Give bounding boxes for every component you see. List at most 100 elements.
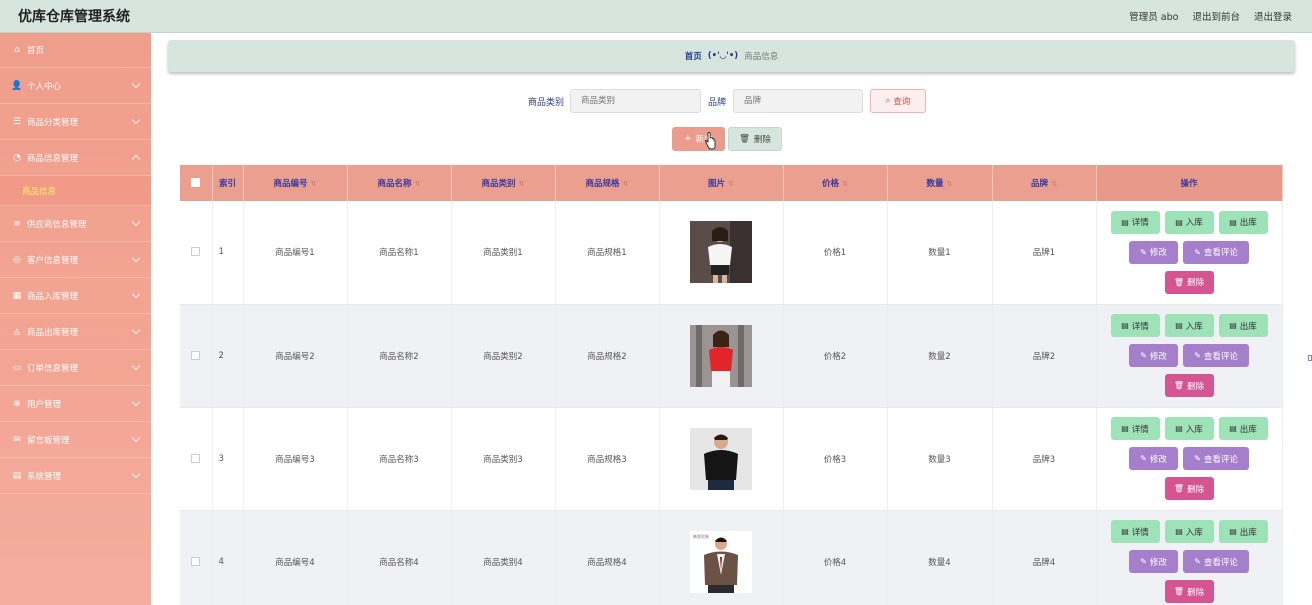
sidebar-item[interactable]: ⊗ 用户管理 bbox=[0, 386, 151, 422]
column-header[interactable]: 品牌 ⇅ bbox=[992, 165, 1097, 201]
row-delete-button[interactable]: 🗑 删除 bbox=[1164, 477, 1214, 500]
trash-icon: 🗑 bbox=[1173, 277, 1185, 287]
row-checkbox[interactable] bbox=[191, 453, 201, 463]
edit-button[interactable]: ✎ 修改 bbox=[1129, 550, 1178, 573]
column-header[interactable]: 价格 ⇅ bbox=[783, 165, 888, 201]
table-row[interactable]: 3 商品编号3 商品名称3 商品类别3 商品规格3 价格3 数量3 品牌3 ▤ 详情 ▤ 入库 ▤ 出库 ✎… bbox=[180, 407, 1283, 511]
stock-out-button[interactable]: ▤ 出库 bbox=[1218, 417, 1268, 440]
sidebar-item[interactable]: 👤 个人中心 bbox=[0, 68, 151, 104]
sidebar-item[interactable]: ◎ 客户信息管理 bbox=[0, 242, 151, 278]
detail-button[interactable]: ▤ 详情 bbox=[1110, 417, 1160, 440]
row-checkbox[interactable] bbox=[191, 247, 201, 257]
column-header[interactable]: 商品名称 ⇅ bbox=[347, 165, 452, 201]
front-link[interactable]: 退出到前台 bbox=[1192, 9, 1240, 23]
stock-in-button[interactable]: ▤ 入库 bbox=[1164, 417, 1214, 440]
edit-button[interactable]: ✎ 修改 bbox=[1129, 447, 1178, 470]
column-header[interactable]: 商品规格 ⇅ bbox=[555, 165, 660, 201]
table-header-row: 索引 商品编号 ⇅ 商品名称 ⇅ 商品类别 ⇅ 商品规格 ⇅ 图片 ⇅ 价格 ⇅ 数量 ⇅ 品牌 ⇅ 操作 bbox=[180, 165, 1283, 201]
reviews-button[interactable]: ✎ 查看评论 bbox=[1183, 240, 1249, 264]
stock-out-button[interactable]: ▤ 出库 bbox=[1218, 210, 1268, 234]
scroll-marker[interactable] bbox=[1308, 355, 1312, 361]
reviews-button[interactable]: ✎ 查看评论 bbox=[1183, 344, 1249, 367]
product-image[interactable]: 韩版男装 bbox=[660, 530, 783, 593]
sort-icon[interactable]: ⇅ bbox=[947, 180, 953, 188]
stock-out-button[interactable]: ▤ 出库 bbox=[1218, 314, 1268, 337]
row-select-cell[interactable] bbox=[180, 201, 213, 305]
sort-icon[interactable]: ⇅ bbox=[623, 180, 629, 188]
sidebar-item-label: 客户信息管理 bbox=[27, 255, 79, 266]
row-select-cell[interactable] bbox=[180, 407, 213, 511]
admin-label[interactable]: 管理员 abo bbox=[1129, 9, 1178, 23]
mail-icon: ✉ bbox=[13, 434, 21, 445]
search-button[interactable]: ⌕ 查询 bbox=[870, 89, 926, 113]
logout-link[interactable]: 退出登录 bbox=[1254, 9, 1292, 23]
sidebar-item[interactable]: ⌂ 首页 bbox=[0, 33, 151, 68]
column-header[interactable]: 数量 ⇅ bbox=[887, 165, 993, 201]
product-image[interactable] bbox=[660, 324, 783, 387]
edit-button[interactable]: ✎ 修改 bbox=[1129, 240, 1178, 264]
stock-in-label: 入库 bbox=[1185, 321, 1203, 332]
reviews-button[interactable]: ✎ 查看评论 bbox=[1183, 550, 1249, 573]
detail-button[interactable]: ▤ 详情 bbox=[1110, 314, 1160, 337]
column-header[interactable]: 图片 ⇅ bbox=[659, 165, 784, 201]
row-select-cell[interactable] bbox=[180, 304, 213, 408]
row-checkbox[interactable] bbox=[191, 556, 201, 566]
column-header[interactable]: 操作 bbox=[1096, 165, 1283, 201]
edit-button[interactable]: ✎ 修改 bbox=[1129, 344, 1178, 367]
product-image[interactable] bbox=[660, 427, 783, 490]
sidebar-item[interactable]: ◔ 商品信息管理 bbox=[0, 140, 151, 176]
breadcrumb-home[interactable]: 首页 bbox=[685, 50, 702, 62]
select-all-cell[interactable] bbox=[180, 165, 213, 201]
sort-icon[interactable]: ⇅ bbox=[415, 180, 421, 188]
cell-name: 商品名称2 bbox=[347, 304, 452, 408]
stock-in-button[interactable]: ▤ 入库 bbox=[1164, 520, 1214, 543]
row-delete-button[interactable]: 🗑 删除 bbox=[1164, 580, 1214, 603]
sidebar-item[interactable]: ◬ 商品出库管理 bbox=[0, 314, 151, 350]
row-select-cell[interactable] bbox=[180, 510, 213, 605]
detail-button[interactable]: ▤ 详情 bbox=[1110, 210, 1160, 234]
sort-icon[interactable]: ⇅ bbox=[1051, 180, 1057, 188]
detail-button[interactable]: ▤ 详情 bbox=[1110, 520, 1160, 543]
batch-delete-button[interactable]: 🗑 删除 bbox=[728, 127, 782, 151]
cell-name: 商品名称3 bbox=[347, 407, 452, 511]
stock-in-button[interactable]: ▤ 入库 bbox=[1164, 210, 1214, 234]
sort-icon[interactable]: ⇅ bbox=[842, 180, 848, 188]
sidebar-item[interactable]: ✉ 留言板管理 bbox=[0, 422, 151, 458]
column-header-label: 图片 bbox=[708, 179, 726, 189]
sort-icon[interactable]: ⇅ bbox=[519, 180, 525, 188]
cell-category: 商品类别4 bbox=[451, 510, 556, 605]
sidebar-subitem[interactable]: 商品信息 bbox=[0, 176, 151, 206]
select-all-checkbox[interactable] bbox=[191, 178, 201, 187]
sidebar-item[interactable]: ▭ 订单信息管理 bbox=[0, 350, 151, 386]
column-header[interactable]: 商品类别 ⇅ bbox=[451, 165, 556, 201]
cell-spec: 商品规格3 bbox=[555, 407, 660, 511]
stock-in-button[interactable]: ▤ 入库 bbox=[1164, 314, 1214, 337]
chevron-down-icon bbox=[131, 361, 141, 371]
row-delete-button[interactable]: 🗑 删除 bbox=[1164, 374, 1214, 397]
cell-name: 商品名称4 bbox=[347, 510, 452, 605]
sidebar-item[interactable]: ≡ 供应商信息管理 bbox=[0, 206, 151, 242]
column-header-label: 操作 bbox=[1180, 179, 1198, 189]
sort-icon[interactable]: ⇅ bbox=[311, 180, 317, 188]
column-header[interactable]: 索引 bbox=[212, 165, 244, 201]
product-image[interactable] bbox=[660, 221, 783, 284]
sidebar-item[interactable]: ☰ 商品分类管理 bbox=[0, 104, 151, 140]
row-checkbox[interactable] bbox=[191, 350, 201, 360]
column-header[interactable]: 商品编号 ⇅ bbox=[243, 165, 348, 201]
row-delete-button[interactable]: 🗑 删除 bbox=[1164, 270, 1214, 294]
chevron-up-icon bbox=[131, 154, 141, 164]
table-row[interactable]: 4 商品编号4 商品名称4 商品类别4 商品规格4 韩版男装 价格4 数量4 品牌4 ▤ 详情 ▤ 入库… bbox=[180, 510, 1283, 605]
table-row[interactable]: 2 商品编号2 商品名称2 商品类别2 商品规格2 价格2 数量2 品牌2 ▤ 详情 ▤ 入库 ▤ 出库 ✎… bbox=[180, 304, 1283, 408]
stock-out-button[interactable]: ▤ 出库 bbox=[1218, 520, 1268, 543]
brand-input[interactable] bbox=[733, 89, 863, 113]
table-row[interactable]: 1 商品编号1 商品名称1 商品类别1 商品规格1 价格1 数量1 品牌1 ▤ 详情 ▤ 入库 ▤ 出库 ✎… bbox=[180, 201, 1283, 305]
home-icon: ⌂ bbox=[14, 45, 20, 55]
sidebar-item[interactable]: ▦ 商品入库管理 bbox=[0, 278, 151, 314]
category-input[interactable] bbox=[570, 89, 701, 113]
reviews-button[interactable]: ✎ 查看评论 bbox=[1183, 447, 1249, 470]
cell-spec: 商品规格4 bbox=[555, 510, 660, 605]
add-button[interactable]: + 新增 bbox=[672, 127, 725, 151]
sort-icon[interactable]: ⇅ bbox=[728, 180, 734, 188]
sidebar-item[interactable]: ▤ 系统管理 bbox=[0, 458, 151, 494]
search-button-label: 查询 bbox=[893, 97, 911, 107]
